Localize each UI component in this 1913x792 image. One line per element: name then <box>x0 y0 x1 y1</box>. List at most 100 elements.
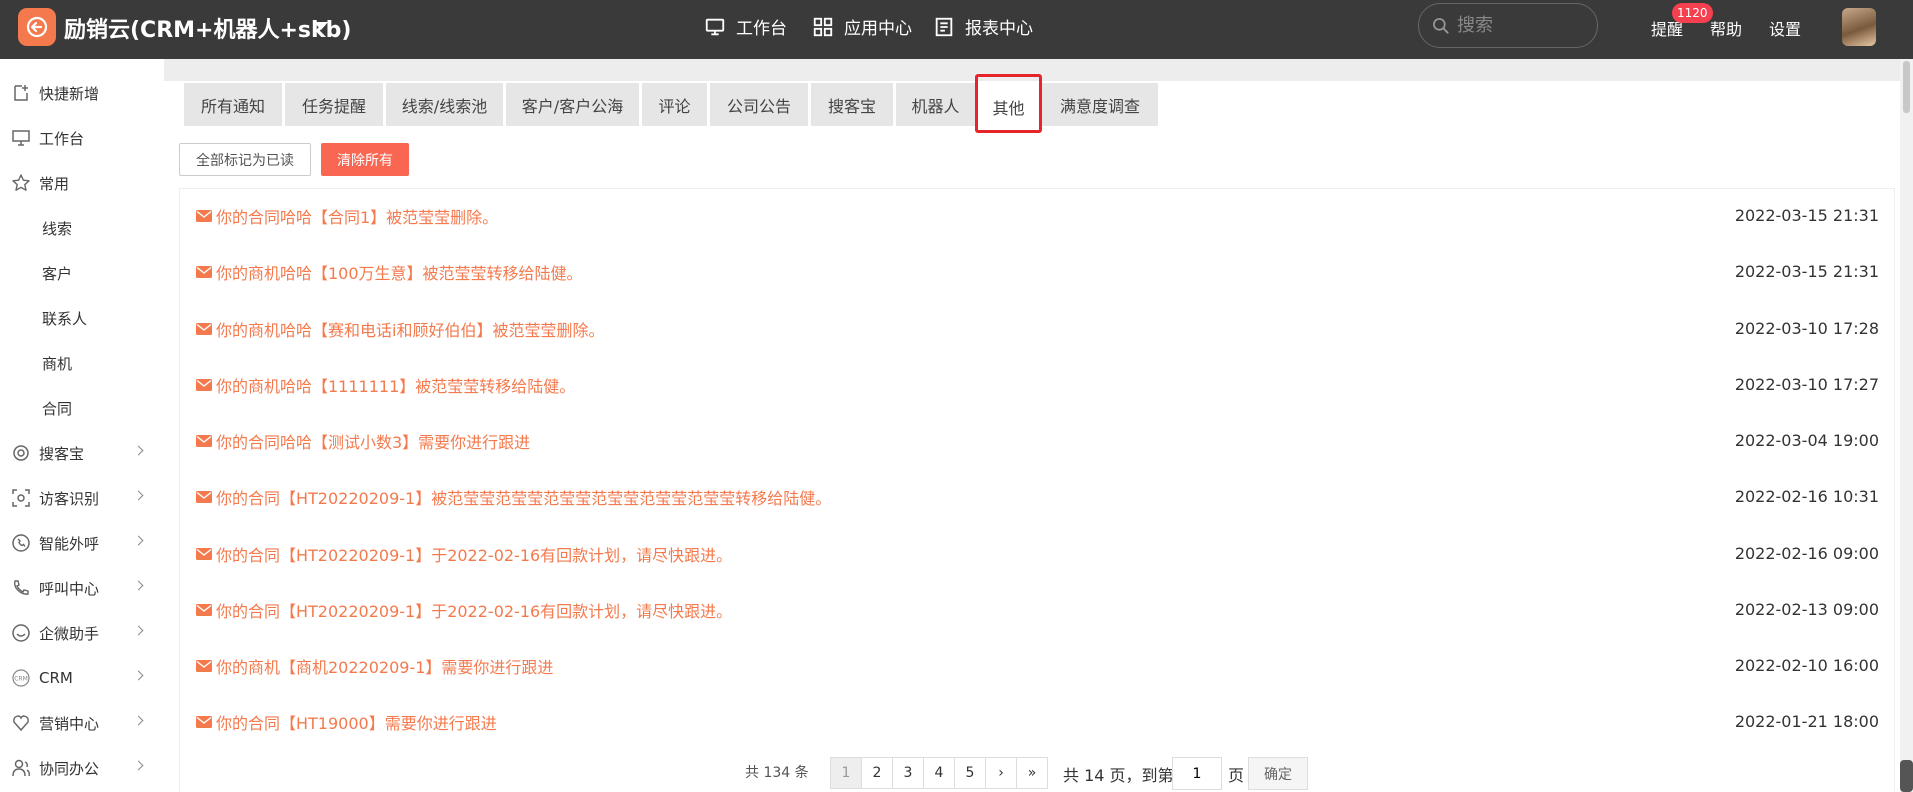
sidebar-item-soukebao[interactable]: 搜客宝 <box>0 433 164 473</box>
sidebar-item-leads[interactable]: 线索 <box>0 208 164 248</box>
notice-item[interactable]: 你的合同哈哈【合同1】被范莹莹删除。 <box>196 204 498 228</box>
pagination-pages-total: 共 14 页，到第 <box>1063 766 1174 785</box>
scrollbar-thumb[interactable] <box>1903 61 1910 113</box>
notice-time: 2022-03-10 17:28 <box>1734 319 1879 338</box>
sidebar: 快捷新增 工作台 常用 线索 客户 联系人 商机 合同 搜客宝 访客识别 智能外… <box>0 59 164 792</box>
sidebar-item-marketing[interactable]: 营销中心 <box>0 703 164 743</box>
mail-icon <box>196 266 212 278</box>
notice-item[interactable]: 你的商机哈哈【1111111】被范莹莹转移给陆健。 <box>196 373 575 397</box>
app-logo[interactable] <box>18 8 56 46</box>
sidebar-item-common[interactable]: 常用 <box>0 163 164 203</box>
notice-item[interactable]: 你的商机哈哈【100万生意】被范莹莹转移给陆健。 <box>196 260 583 284</box>
content-top-strip <box>164 59 1900 81</box>
sidebar-item-collab-office[interactable]: 协同办公 <box>0 748 164 788</box>
page-button-4[interactable]: 4 <box>923 757 955 789</box>
scrollbar[interactable] <box>1900 59 1913 792</box>
logo-icon <box>26 16 48 38</box>
remind-badge: 1120 <box>1672 3 1713 23</box>
app-title[interactable]: 励销云(CRM+机器人+skb) <box>64 12 351 44</box>
goto-page-input[interactable] <box>1172 757 1222 790</box>
tab-all-notices[interactable]: 所有通知 <box>184 83 282 126</box>
sidebar-item-label: 工作台 <box>39 129 85 148</box>
last-page-button[interactable]: » <box>1016 757 1048 789</box>
clear-all-button[interactable]: 清除所有 <box>321 143 409 176</box>
notice-time: 2022-03-15 21:31 <box>1734 262 1879 281</box>
sidebar-item-opportunities[interactable]: 商机 <box>0 343 164 383</box>
mail-icon <box>196 604 212 616</box>
mark-all-read-button[interactable]: 全部标记为已读 <box>179 143 311 176</box>
nav-workbench[interactable]: 工作台 <box>704 14 787 39</box>
tab-announcements[interactable]: 公司公告 <box>710 83 808 126</box>
goto-confirm-button[interactable]: 确定 <box>1248 757 1308 790</box>
tab-robot[interactable]: 机器人 <box>896 83 975 126</box>
tab-soukebao[interactable]: 搜客宝 <box>811 83 893 126</box>
tab-satisfaction-survey[interactable]: 满意度调查 <box>1042 83 1158 126</box>
help-link[interactable]: 帮助 <box>1710 16 1742 40</box>
scrollbar-bottom-handle[interactable] <box>1900 760 1913 792</box>
nav-app-center-label: 应用中心 <box>844 19 912 39</box>
chevron-right-icon <box>133 580 144 591</box>
mail-icon <box>196 210 212 222</box>
notice-item[interactable]: 你的合同【HT19000】需要你进行跟进 <box>196 710 497 734</box>
notice-text: 你的合同哈哈【合同1】被范莹莹删除。 <box>216 208 499 227</box>
page-button-3[interactable]: 3 <box>892 757 924 789</box>
sidebar-item-label: 常用 <box>39 174 70 193</box>
notice-time: 2022-02-13 09:00 <box>1734 600 1879 619</box>
svg-text:CRM: CRM <box>14 676 28 683</box>
tab-comments[interactable]: 评论 <box>642 83 707 126</box>
sidebar-item-crm[interactable]: CRM CRM <box>0 658 164 698</box>
sidebar-item-quick-add[interactable]: 快捷新增 <box>0 73 164 113</box>
notice-item[interactable]: 你的商机哈哈【赛和电话i和顾好伯伯】被范莹莹删除。 <box>196 317 604 341</box>
sidebar-item-smart-call[interactable]: 智能外呼 <box>0 523 164 563</box>
notice-time: 2022-03-04 19:00 <box>1734 431 1879 450</box>
sidebar-item-label: 企微助手 <box>39 624 100 643</box>
sidebar-item-contracts[interactable]: 合同 <box>0 388 164 428</box>
notice-time: 2022-03-15 21:31 <box>1734 206 1879 225</box>
tab-customers[interactable]: 客户/客户公海 <box>506 83 639 126</box>
sidebar-item-visitor[interactable]: 访客识别 <box>0 478 164 518</box>
sidebar-item-call-center[interactable]: 呼叫中心 <box>0 568 164 608</box>
sidebar-item-workbench[interactable]: 工作台 <box>0 118 164 158</box>
page-button-5[interactable]: 5 <box>954 757 986 789</box>
tab-task-reminders[interactable]: 任务提醒 <box>285 83 383 126</box>
search-treasure-icon <box>11 443 31 463</box>
page-button-1[interactable]: 1 <box>830 757 862 789</box>
top-bar: 励销云(CRM+机器人+skb) 工作台 应用中心 报表中心 提醒 1120 帮… <box>0 0 1913 59</box>
avatar[interactable] <box>1842 8 1876 46</box>
notice-text: 你的商机哈哈【1111111】被范莹莹转移给陆健。 <box>216 377 576 396</box>
mail-icon <box>196 435 212 447</box>
notice-item[interactable]: 你的合同哈哈【测试小数3】需要你进行跟进 <box>196 429 530 453</box>
nav-report-center[interactable]: 报表中心 <box>933 14 1033 39</box>
search-input[interactable] <box>1457 15 1577 36</box>
sidebar-item-wecom-assistant[interactable]: 企微助手 <box>0 613 164 653</box>
nav-app-center[interactable]: 应用中心 <box>812 14 912 39</box>
sidebar-item-label: 线索 <box>42 219 73 238</box>
notice-item[interactable]: 你的合同【HT20220209-1】被范莹莹范莹莹范莹莹范莹莹范莹莹范莹莹转移给… <box>196 485 831 509</box>
sidebar-item-label: 搜客宝 <box>39 444 85 463</box>
notice-item[interactable]: 你的合同【HT20220209-1】于2022-02-16有回款计划，请尽快跟进… <box>196 542 732 566</box>
sidebar-item-label: 呼叫中心 <box>39 579 100 598</box>
marketing-icon <box>11 713 31 733</box>
settings-link[interactable]: 设置 <box>1769 16 1801 40</box>
phone-icon <box>11 533 31 553</box>
next-page-button[interactable]: › <box>985 757 1017 789</box>
call-icon <box>11 578 31 598</box>
sidebar-item-contacts[interactable]: 联系人 <box>0 298 164 338</box>
notice-time: 2022-01-21 18:00 <box>1734 712 1879 731</box>
sidebar-item-label: 联系人 <box>42 309 88 328</box>
notice-text: 你的合同【HT20220209-1】于2022-02-16有回款计划，请尽快跟进… <box>216 602 733 621</box>
sidebar-item-customers[interactable]: 客户 <box>0 253 164 293</box>
tab-leads[interactable]: 线索/线索池 <box>386 83 503 126</box>
tab-other[interactable]: 其他 <box>978 85 1039 128</box>
notice-item[interactable]: 你的合同【HT20220209-1】于2022-02-16有回款计划，请尽快跟进… <box>196 598 732 622</box>
mail-icon <box>196 323 212 335</box>
notice-text: 你的合同【HT20220209-1】于2022-02-16有回款计划，请尽快跟进… <box>216 546 733 565</box>
sidebar-item-label: 智能外呼 <box>39 534 100 553</box>
search-box[interactable] <box>1418 3 1598 48</box>
nav-workbench-label: 工作台 <box>736 19 787 39</box>
caret-down-icon[interactable] <box>314 22 328 30</box>
page-button-2[interactable]: 2 <box>861 757 893 789</box>
notice-item[interactable]: 你的商机【商机20220209-1】需要你进行跟进 <box>196 654 553 678</box>
chevron-right-icon <box>133 490 144 501</box>
sidebar-item-label: 合同 <box>42 399 73 418</box>
